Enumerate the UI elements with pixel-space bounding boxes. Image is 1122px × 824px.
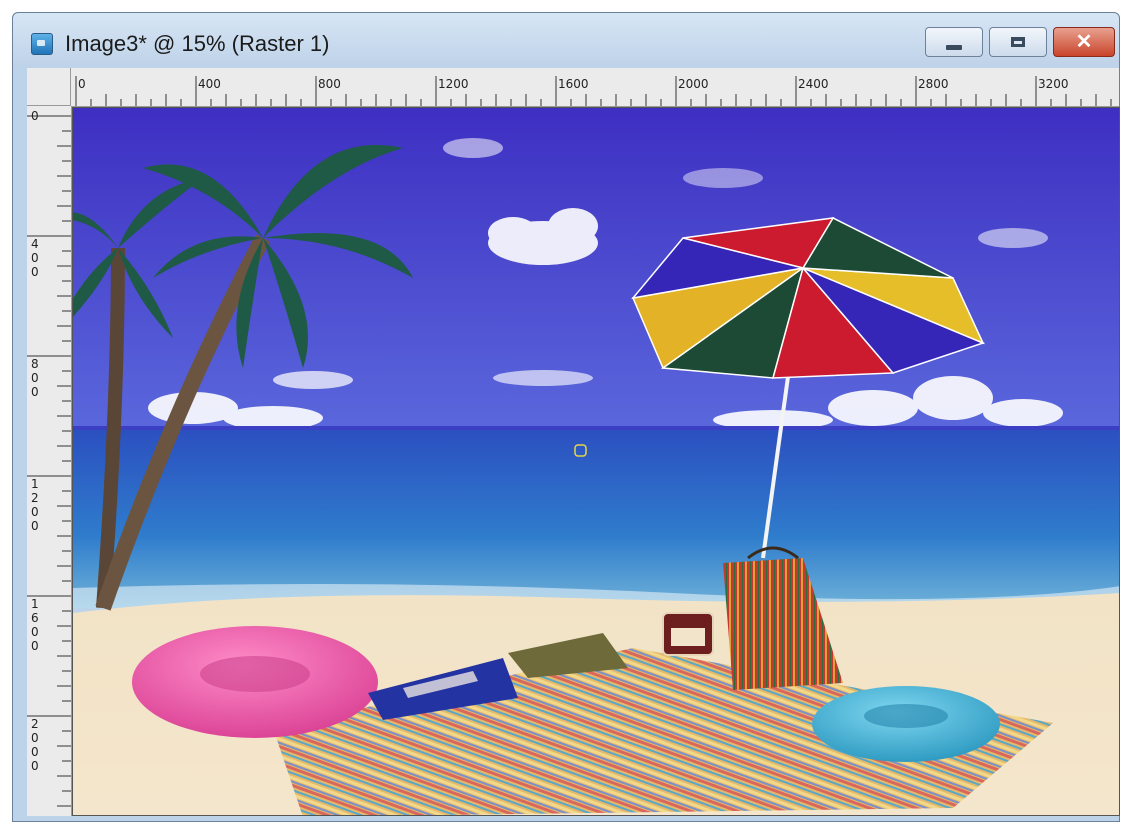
ruler-label: 2000 [678,77,709,91]
ruler-label: 1600 [558,77,589,91]
ruler-label: 2400 [798,77,829,91]
ruler-label: 0 [31,759,39,773]
ruler-label: 8 [31,357,39,371]
ruler-label: 0 [31,639,39,653]
ruler-label: 1 [31,597,39,611]
window-title: Image3* @ 15% (Raster 1) [65,31,330,56]
ruler-label: 2 [31,491,39,505]
ruler-label: 1200 [438,77,469,91]
minimize-button[interactable] [925,27,983,57]
minimize-icon [946,44,962,50]
ruler-label: 0 [31,745,39,759]
image-window: Image3* @ 15% (Raster 1) ✕ 0 400 800 1200 16… [12,12,1120,822]
vertical-ruler[interactable]: 0400800120016002000 [27,106,72,816]
ruler-label: 2800 [918,77,949,91]
ruler-label: 0 [31,265,39,279]
ruler-label: 800 [318,77,341,91]
image-icon [31,33,53,55]
vertical-ruler-svg: 0400800120016002000 [27,109,71,807]
horizontal-ruler[interactable]: 0 400 800 1200 1600 2000 2400 2800 3200 [71,68,1119,107]
close-icon: ✕ [1075,31,1093,53]
ruler-label: 0 [31,251,39,265]
title-bar[interactable]: Image3* @ 15% (Raster 1) ✕ [13,13,1119,67]
ruler-label: 6 [31,611,39,625]
ruler-label: 0 [31,371,39,385]
ruler-label: 0 [31,731,39,745]
close-button[interactable]: ✕ [1053,27,1115,57]
ruler-label: 0 [31,109,39,123]
ruler-label: 0 [31,385,39,399]
ruler-label: 0 [31,625,39,639]
maximize-icon [1011,37,1025,47]
beach-image [73,108,1119,815]
horizontal-ruler-svg: 0 400 800 1200 1600 2000 2400 2800 3200 [75,76,1112,106]
maximize-button[interactable] [989,27,1047,57]
ruler-label: 4 [31,237,39,251]
ruler-label: 0 [31,519,39,533]
ruler-label: 3200 [1038,77,1069,91]
ruler-corner [27,68,71,106]
ruler-label: 2 [31,717,39,731]
ruler-label: 400 [198,77,221,91]
ruler-label: 0 [78,77,86,91]
ruler-label: 1 [31,477,39,491]
ruler-label: 0 [31,505,39,519]
image-canvas[interactable] [72,107,1120,816]
